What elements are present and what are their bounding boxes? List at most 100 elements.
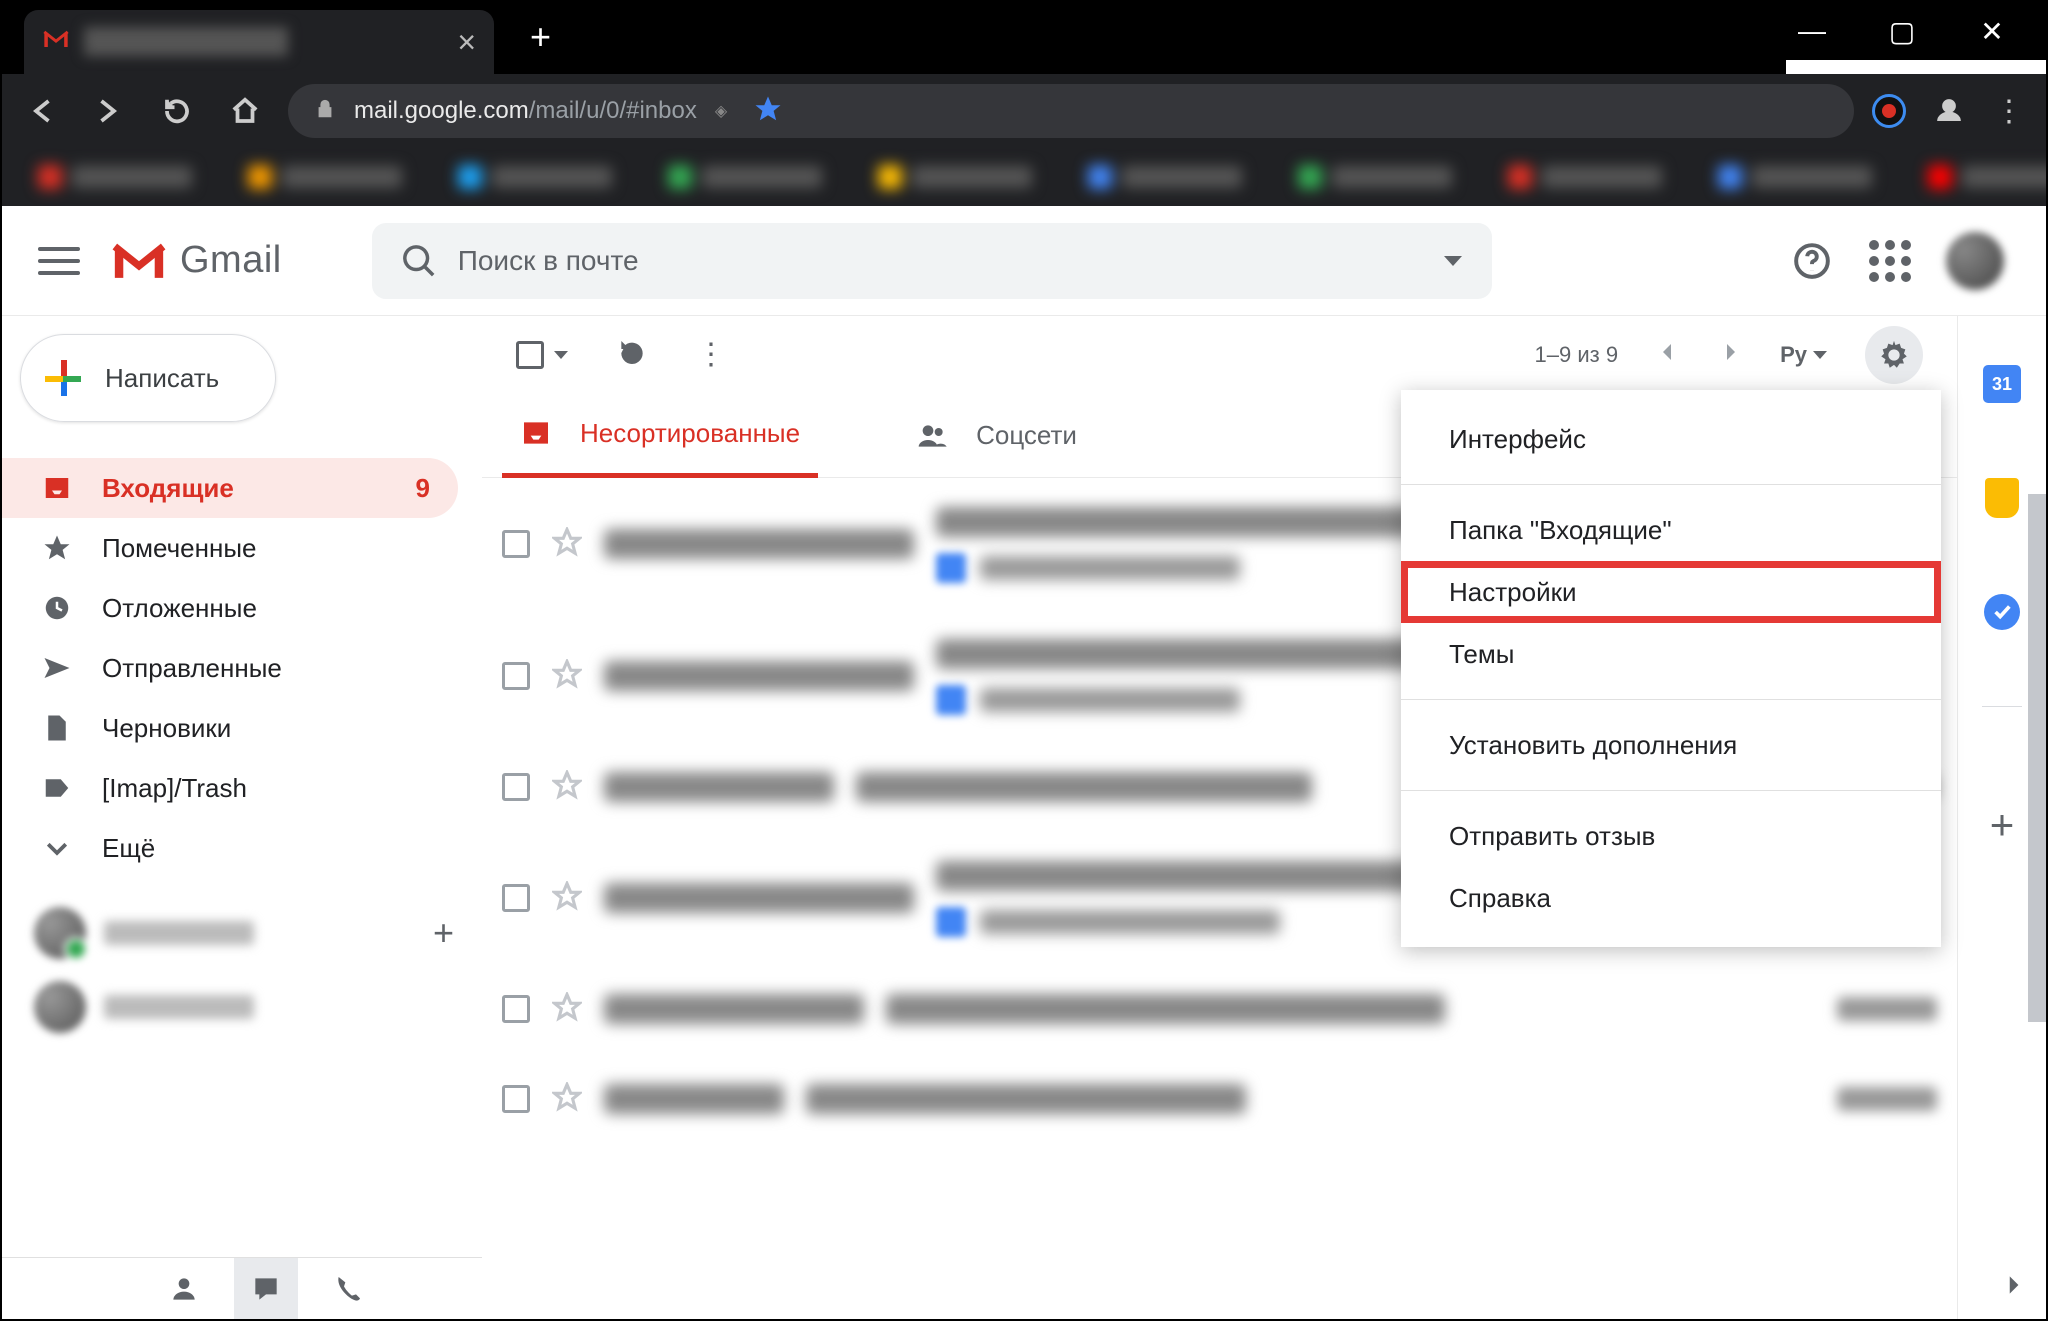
hangouts-contacts: + — [2, 896, 482, 1044]
email-row[interactable] — [482, 964, 1957, 1054]
inbox-count: 9 — [416, 473, 430, 504]
email-checkbox[interactable] — [502, 884, 530, 912]
browser-tab-title: ████████████ — [84, 28, 443, 56]
settings-menu-item-themes[interactable]: Темы — [1401, 623, 1941, 685]
input-tool-button[interactable]: Py — [1780, 342, 1827, 368]
browser-url-text: mail.google.com/mail/u/0/#inbox — [354, 97, 697, 125]
sidebar-item-snoozed[interactable]: Отложенные — [2, 578, 458, 638]
contact-avatar — [34, 981, 86, 1033]
browser-extension-button[interactable] — [1872, 94, 1906, 128]
refresh-button[interactable] — [616, 337, 648, 374]
browser-back-button[interactable] — [16, 86, 66, 136]
star-icon[interactable] — [552, 527, 582, 562]
scrollbar-thumb[interactable] — [2028, 494, 2046, 1022]
people-icon — [916, 420, 948, 452]
get-addons-button[interactable]: + — [1990, 801, 2015, 849]
email-checkbox[interactable] — [502, 662, 530, 690]
window-maximize-button[interactable]: ▢ — [1882, 15, 1922, 48]
pager-prev-button[interactable] — [1656, 340, 1680, 370]
sidebar-item-inbox[interactable]: Входящие 9 — [2, 458, 458, 518]
pager-text: 1–9 из 9 — [1535, 342, 1619, 368]
browser-url-field[interactable]: mail.google.com/mail/u/0/#inbox ◈ — [288, 84, 1854, 138]
settings-menu-item-feedback[interactable]: Отправить отзыв — [1401, 805, 1941, 867]
hangouts-phone-tab[interactable] — [316, 1258, 380, 1320]
email-row[interactable] — [482, 1054, 1957, 1144]
gmail-header: Gmail — [2, 206, 2046, 316]
browser-profile-button[interactable] — [1924, 86, 1974, 136]
star-icon[interactable] — [552, 992, 582, 1027]
bookmark-star-icon[interactable] — [753, 94, 783, 129]
settings-menu-item-settings[interactable]: Настройки — [1401, 561, 1941, 623]
settings-menu-item-inbox-config[interactable]: Папка "Входящие" — [1401, 499, 1941, 561]
email-checkbox[interactable] — [502, 773, 530, 801]
sidebar-item-sent[interactable]: Отправленные — [2, 638, 458, 698]
tasks-addon-button[interactable] — [1982, 592, 2022, 632]
calendar-addon-button[interactable]: 31 — [1982, 364, 2022, 404]
main-content: ⋮ 1–9 из 9 Py Несортированные — [482, 316, 1958, 1319]
more-actions-button[interactable]: ⋮ — [696, 340, 726, 370]
search-box[interactable] — [372, 223, 1492, 299]
sidebar-item-imap-trash[interactable]: [Imap]/Trash — [2, 758, 458, 818]
sidebar-item-drafts[interactable]: Черновики — [2, 698, 458, 758]
browser-menu-button[interactable]: ⋮ — [1992, 94, 2026, 129]
settings-button[interactable] — [1865, 326, 1923, 384]
compose-button[interactable]: Написать — [20, 334, 276, 422]
chevron-down-icon — [42, 833, 72, 863]
sidebar: Написать Входящие 9 Помеченные Отложенны — [2, 316, 482, 1319]
browser-forward-button[interactable] — [84, 86, 134, 136]
tab-social[interactable]: Соцсети — [898, 394, 1095, 478]
gmail-logo-icon — [110, 239, 168, 283]
keep-addon-button[interactable] — [1982, 478, 2022, 518]
sidebar-item-starred[interactable]: Помеченные — [2, 518, 458, 578]
browser-reload-button[interactable] — [152, 86, 202, 136]
settings-menu-item-density[interactable]: Интерфейс — [1401, 408, 1941, 470]
tab-primary[interactable]: Несортированные — [502, 394, 818, 478]
browser-tab[interactable]: ████████████ × — [24, 10, 494, 74]
new-tab-button[interactable]: + — [494, 16, 587, 74]
star-icon[interactable] — [552, 770, 582, 805]
browser-bookmarks-bar: » — [2, 148, 2046, 206]
contact-avatar — [34, 907, 86, 959]
support-button[interactable] — [1790, 239, 1834, 283]
pager-next-button[interactable] — [1718, 340, 1742, 370]
mail-toolbar: ⋮ 1–9 из 9 Py — [482, 316, 1957, 394]
new-chat-button[interactable]: + — [433, 912, 454, 954]
hide-side-panel-button[interactable] — [2000, 1272, 2026, 1303]
search-icon — [402, 244, 436, 278]
lock-icon — [314, 98, 336, 125]
window-minimize-button[interactable]: — — [1792, 15, 1832, 48]
settings-dropdown-menu: Интерфейс Папка "Входящие" Настройки Тем… — [1401, 390, 1941, 947]
extension-icon[interactable]: ◈ — [715, 101, 727, 121]
browser-home-button[interactable] — [220, 86, 270, 136]
inbox-icon — [42, 473, 72, 503]
gmail-favicon-icon — [42, 26, 70, 59]
email-checkbox[interactable] — [502, 530, 530, 558]
email-checkbox[interactable] — [502, 995, 530, 1023]
gmail-logo[interactable]: Gmail — [110, 239, 282, 283]
hangouts-contact[interactable]: + — [2, 896, 482, 970]
sidebar-item-more[interactable]: Ещё — [2, 818, 458, 878]
star-icon[interactable] — [552, 1082, 582, 1117]
label-icon — [42, 773, 72, 803]
star-icon[interactable] — [552, 881, 582, 916]
send-icon — [42, 653, 72, 683]
hangouts-chat-tab[interactable] — [234, 1258, 298, 1320]
settings-menu-item-addons[interactable]: Установить дополнения — [1401, 714, 1941, 776]
hangouts-contacts-tab[interactable] — [152, 1258, 216, 1320]
email-checkbox[interactable] — [502, 1085, 530, 1113]
search-input[interactable] — [458, 245, 1444, 277]
window-close-button[interactable]: ✕ — [1972, 15, 2012, 48]
settings-menu-item-help[interactable]: Справка — [1401, 867, 1941, 929]
account-avatar[interactable] — [1946, 232, 2004, 290]
google-apps-button[interactable] — [1868, 239, 1912, 283]
select-all-checkbox[interactable] — [516, 341, 568, 369]
hangouts-contact[interactable] — [2, 970, 482, 1044]
inbox-icon — [520, 417, 552, 449]
search-options-dropdown[interactable] — [1444, 256, 1462, 266]
main-menu-button[interactable] — [38, 240, 80, 282]
star-icon[interactable] — [552, 659, 582, 694]
compose-label: Написать — [105, 363, 219, 394]
close-tab-icon[interactable]: × — [457, 24, 476, 61]
compose-plus-icon — [43, 358, 83, 398]
file-icon — [42, 713, 72, 743]
